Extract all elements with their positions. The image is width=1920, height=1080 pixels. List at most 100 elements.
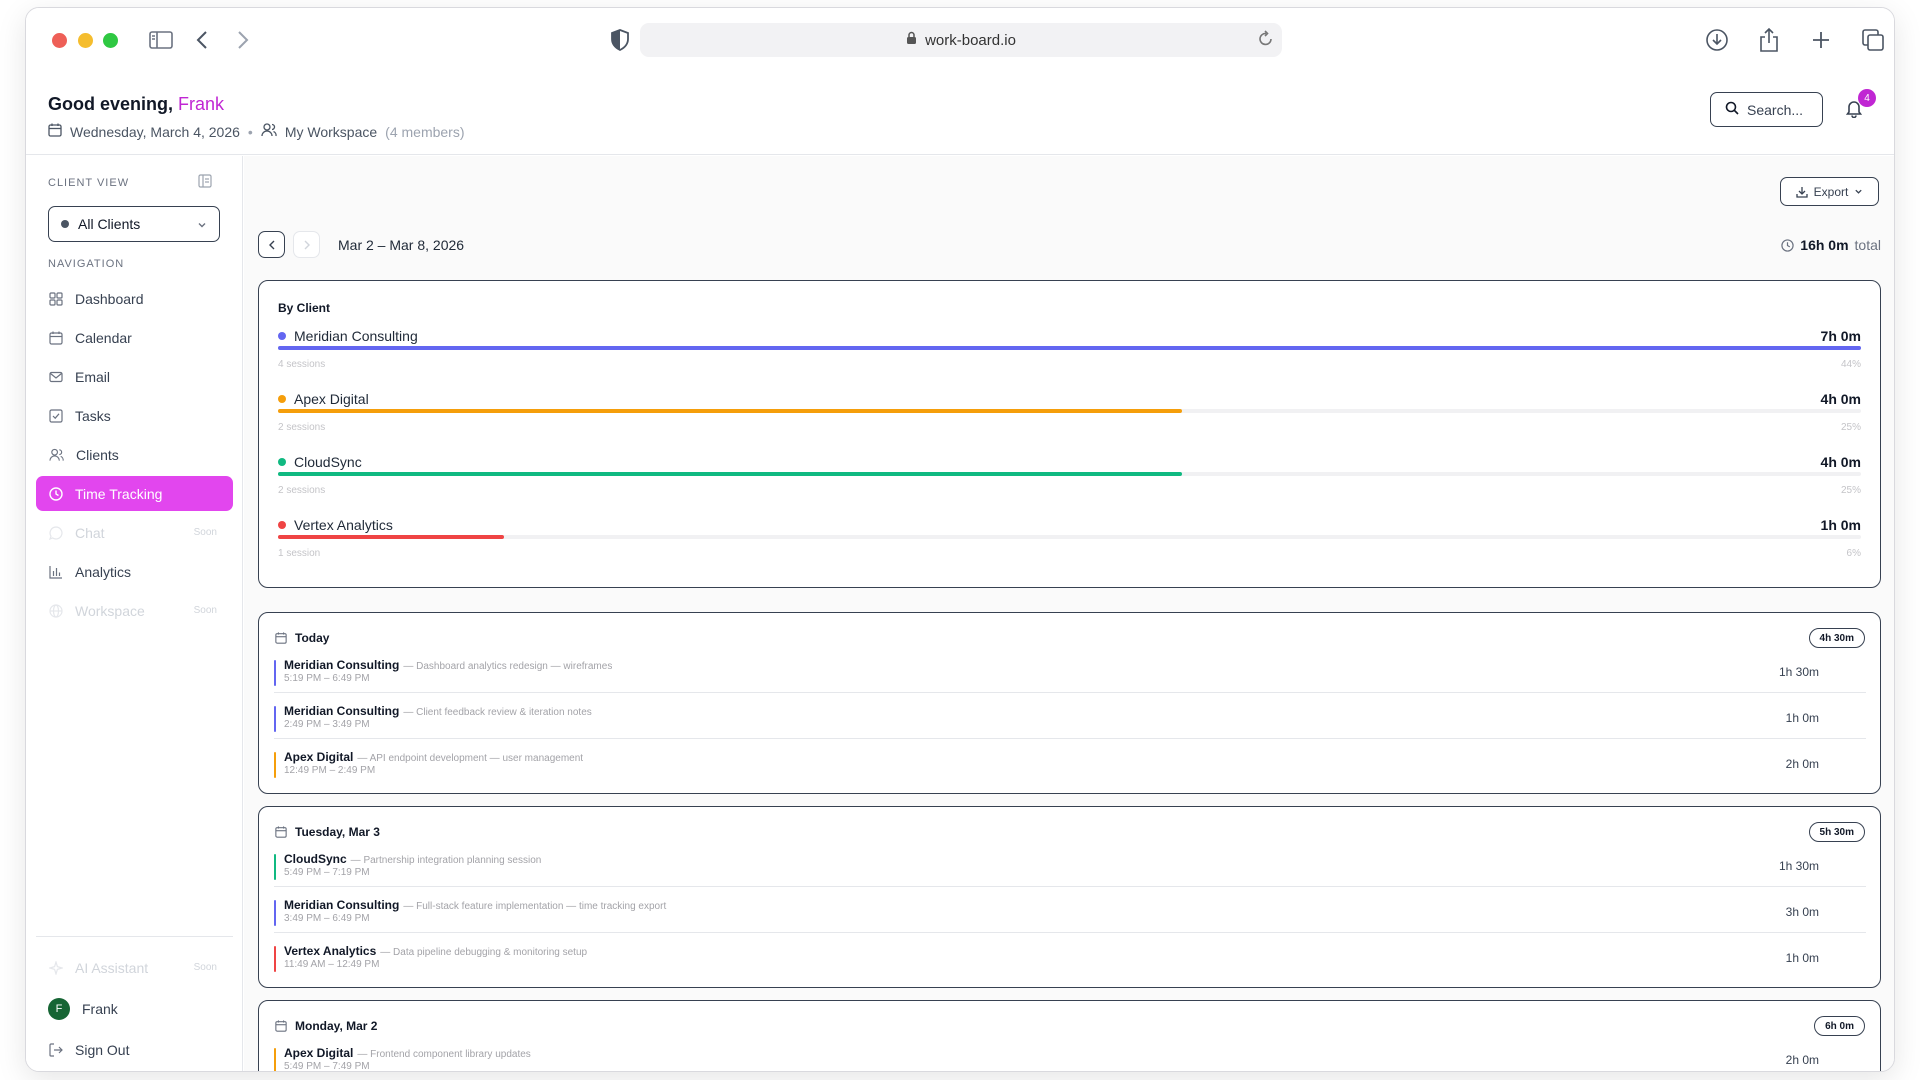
client-row[interactable]: Vertex Analytics 1h 0m 1 session 6% (278, 517, 1861, 580)
nav-item-label: Chat (75, 524, 105, 541)
entry-duration: 1h 30m (1778, 859, 1819, 873)
nav-item-label: Calendar (75, 329, 132, 346)
calendar-icon (275, 826, 287, 838)
search-button[interactable]: Search... (1710, 92, 1823, 127)
entry-time-range: 3:49 PM – 6:49 PM (284, 913, 370, 924)
export-button[interactable]: Export (1780, 177, 1879, 206)
client-bar-track (278, 346, 1861, 350)
sparkle-icon (49, 960, 63, 975)
client-sessions: 1 session (278, 548, 321, 559)
entry-client: Apex Digital (284, 750, 354, 764)
entry-client: Vertex Analytics (284, 944, 377, 958)
client-percent: 25% (1840, 422, 1861, 433)
client-color-dot (278, 332, 286, 340)
nav-item-dashboard[interactable]: Dashboard (36, 281, 233, 316)
maximize-window-button[interactable] (103, 33, 118, 48)
client-color-dot (278, 395, 286, 403)
client-sessions: 2 sessions (278, 485, 326, 496)
workspace-name[interactable]: My Workspace (285, 124, 377, 140)
client-hours: 1h 0m (1820, 517, 1861, 533)
entry-client: Meridian Consulting (284, 704, 400, 718)
time-entry[interactable]: CloudSync — Partnership integration plann… (274, 848, 1866, 887)
calendar-icon (275, 632, 287, 644)
client-bar-track (278, 535, 1861, 539)
entry-duration: 3h 0m (1785, 905, 1819, 919)
client-sessions: 4 sessions (278, 359, 326, 370)
next-week-button[interactable] (293, 231, 320, 258)
sidebar: CLIENT VIEW All Clients NAVIGATION Dashb… (26, 156, 243, 1071)
client-bar-track (278, 409, 1861, 413)
user-profile[interactable]: F Frank (36, 991, 233, 1026)
address-bar[interactable]: work-board.io (640, 23, 1282, 57)
new-tab-icon[interactable] (1807, 26, 1835, 54)
shield-icon[interactable] (606, 26, 634, 54)
soon-badge: Soon (193, 962, 217, 973)
by-client-title: By Client (278, 301, 331, 315)
sidebar-toggle-icon[interactable] (147, 26, 175, 54)
day-header: Monday, Mar 2 (275, 1019, 377, 1033)
entry-color-bar (274, 946, 276, 972)
day-label: Tuesday, Mar 3 (295, 825, 380, 839)
entry-description: — Data pipeline debugging & monitoring s… (380, 947, 588, 958)
nav-item-ai-assistant[interactable]: AI Assistant Soon (36, 950, 233, 985)
nav-item-label: AI Assistant (75, 959, 149, 976)
nav-item-email[interactable]: Email (36, 359, 233, 394)
client-bar-fill (278, 409, 1182, 413)
chevron-right-icon (304, 240, 310, 249)
nav-item-workspace[interactable]: Workspace Soon (36, 593, 233, 628)
entry-duration: 2h 0m (1785, 1053, 1819, 1067)
entry-duration: 2h 0m (1785, 757, 1819, 771)
app-header: Good evening, Frank Wednesday, March 4, … (26, 70, 1894, 155)
close-window-button[interactable] (52, 33, 67, 48)
globe-icon (49, 603, 63, 618)
client-row[interactable]: CloudSync 4h 0m 2 sessions 25% (278, 454, 1861, 517)
nav-item-tasks[interactable]: Tasks (36, 398, 233, 433)
client-bar-fill (278, 346, 1861, 350)
current-date: Wednesday, March 4, 2026 (70, 123, 240, 140)
entry-duration: 1h 0m (1785, 951, 1819, 965)
total-hours: 16h 0m (1800, 237, 1849, 253)
users-icon (49, 448, 64, 461)
nav-item-calendar[interactable]: Calendar (36, 320, 233, 355)
forward-icon[interactable] (229, 26, 257, 54)
meta-separator: • (247, 123, 253, 140)
day-total-badge: 6h 0m (1814, 1016, 1865, 1036)
nav-item-chat[interactable]: Chat Soon (36, 515, 233, 550)
nav-item-analytics[interactable]: Analytics (36, 554, 233, 589)
client-select[interactable]: All Clients (48, 206, 220, 242)
time-entry[interactable]: Apex Digital — Frontend component library… (274, 1042, 1866, 1071)
url-text: work-board.io (925, 31, 1016, 49)
time-entry[interactable]: Meridian Consulting — Dashboard analytics… (274, 654, 1866, 693)
sign-out-button[interactable]: Sign Out (36, 1032, 233, 1067)
greeting-user-name: Frank (178, 94, 225, 114)
client-row[interactable]: Apex Digital 4h 0m 2 sessions 25% (278, 391, 1861, 454)
search-icon (1725, 101, 1739, 118)
entry-client: CloudSync (284, 852, 347, 866)
nav-item-time-tracking[interactable]: Time Tracking (36, 476, 233, 511)
entry-description: — API endpoint development — user manage… (357, 753, 584, 764)
time-entry[interactable]: Vertex Analytics — Data pipeline debuggin… (274, 940, 1866, 979)
chevron-down-icon (197, 217, 207, 233)
panel-layout-icon[interactable] (198, 174, 212, 193)
previous-week-button[interactable] (258, 231, 285, 258)
time-entry[interactable]: Apex Digital — API endpoint development —… (274, 746, 1866, 785)
nav-item-clients[interactable]: Clients (36, 437, 233, 472)
share-icon[interactable] (1755, 26, 1783, 54)
day-label: Monday, Mar 2 (295, 1019, 378, 1033)
total-suffix: total (1854, 237, 1881, 253)
tabs-overview-icon[interactable] (1859, 26, 1887, 54)
client-color-dot (278, 458, 286, 466)
greeting: Good evening, Frank (48, 94, 224, 115)
back-icon[interactable] (188, 26, 216, 54)
reload-icon[interactable] (1258, 30, 1274, 52)
client-row[interactable]: Meridian Consulting 7h 0m 4 sessions 44% (278, 328, 1861, 391)
download-icon[interactable] (1703, 26, 1731, 54)
minimize-window-button[interactable] (78, 33, 93, 48)
entry-time-range: 5:49 PM – 7:19 PM (284, 867, 370, 878)
time-entry[interactable]: Meridian Consulting — Full-stack feature … (274, 894, 1866, 933)
client-hours: 7h 0m (1820, 328, 1861, 344)
time-entry[interactable]: Meridian Consulting — Client feedback rev… (274, 700, 1866, 739)
entry-color-bar (274, 752, 276, 778)
sidebar-divider (36, 936, 233, 937)
search-label: Search... (1747, 101, 1804, 118)
